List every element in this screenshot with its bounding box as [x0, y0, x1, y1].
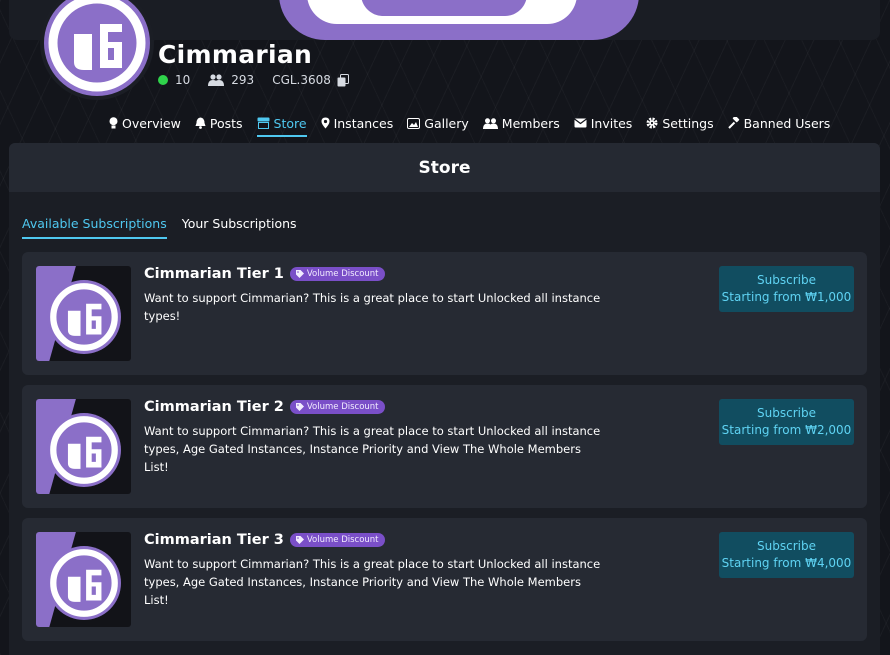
store-panel: Store Available Subscriptions Your Subsc… — [9, 143, 880, 655]
store-header: Store — [9, 143, 880, 192]
cg-logo-icon — [50, 283, 118, 351]
nav-members[interactable]: Members — [482, 112, 560, 134]
nav-banned-users[interactable]: Banned Users — [727, 112, 830, 134]
image-icon — [407, 117, 421, 129]
subscription-name: Cimmarian Tier 1 — [144, 266, 284, 282]
subscription-card: Cimmarian Tier 1 Volume Discount Want to… — [22, 252, 867, 375]
tag-icon — [295, 403, 304, 411]
gear-icon — [646, 117, 658, 129]
users-icon — [482, 117, 498, 129]
nav-posts[interactable]: Posts — [195, 112, 243, 134]
subscription-thumbnail — [36, 532, 131, 627]
cg-logo-icon — [50, 416, 118, 484]
subscription-description: Want to support Cimmarian? This is a gre… — [144, 291, 601, 323]
volume-discount-badge: Volume Discount — [289, 533, 385, 547]
gavel-icon — [727, 117, 739, 129]
group-code: CGL.3608 — [272, 73, 331, 87]
subscription-card: Cimmarian Tier 2 Volume Discount Want to… — [22, 385, 867, 508]
subscription-name: Cimmarian Tier 3 — [144, 532, 284, 548]
cg-logo-icon — [48, 0, 146, 92]
location-pin-icon — [321, 117, 330, 129]
store-icon — [257, 117, 270, 129]
subscribe-button[interactable]: Subscribe Starting from ₩4,000 — [719, 532, 854, 578]
store-title: Store — [418, 157, 471, 178]
subscription-description: Want to support Cimmarian? This is a gre… — [144, 557, 601, 607]
nav-gallery[interactable]: Gallery — [407, 112, 469, 134]
tag-icon — [295, 270, 304, 278]
group-avatar[interactable] — [44, 0, 150, 96]
subscribe-button[interactable]: Subscribe Starting from ₩2,000 — [719, 399, 854, 445]
cg-logo-icon — [50, 549, 118, 617]
online-status-icon — [158, 75, 168, 85]
envelope-icon — [573, 118, 587, 128]
tag-icon — [295, 536, 304, 544]
subscription-card: Cimmarian Tier 3 Volume Discount Want to… — [22, 518, 867, 641]
bulb-icon — [109, 117, 118, 129]
tab-available-subscriptions[interactable]: Available Subscriptions — [22, 216, 167, 239]
nav-invites[interactable]: Invites — [573, 112, 632, 134]
bell-icon — [195, 117, 206, 129]
group-name: Cimmarian — [158, 40, 313, 69]
online-count: 10 — [175, 73, 191, 87]
nav-settings[interactable]: Settings — [646, 112, 714, 134]
nav-overview[interactable]: Overview — [109, 112, 181, 134]
users-icon — [208, 74, 225, 86]
member-count: 293 — [231, 73, 255, 87]
subscription-name: Cimmarian Tier 2 — [144, 399, 284, 415]
subscription-thumbnail — [36, 266, 131, 361]
nav-instances[interactable]: Instances — [321, 112, 393, 134]
nav-store[interactable]: Store — [256, 112, 307, 137]
group-stats: 10 293 CGL.3608 — [158, 73, 356, 87]
subscribe-button[interactable]: Subscribe Starting from ₩1,000 — [719, 266, 854, 312]
volume-discount-badge: Volume Discount — [289, 400, 385, 414]
volume-discount-badge: Volume Discount — [289, 267, 385, 281]
tab-your-subscriptions[interactable]: Your Subscriptions — [182, 216, 297, 239]
subscription-description: Want to support Cimmarian? This is a gre… — [144, 424, 601, 474]
subscription-thumbnail — [36, 399, 131, 494]
group-nav: Overview Posts Store Instances Gallery M… — [109, 112, 830, 137]
subscription-tabs: Available Subscriptions Your Subscriptio… — [22, 216, 297, 239]
copy-icon[interactable] — [337, 73, 349, 87]
